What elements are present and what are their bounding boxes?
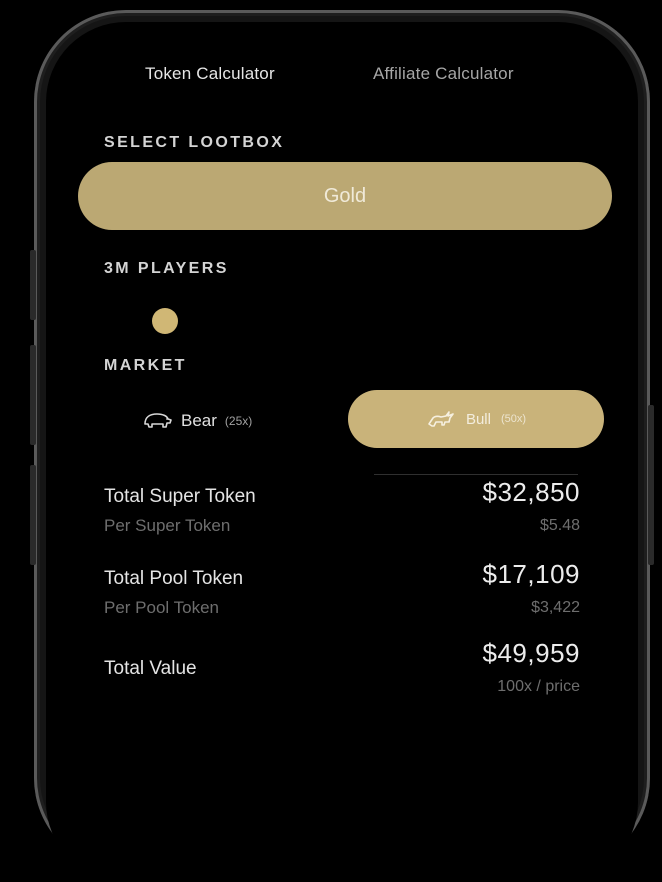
results-divider	[374, 474, 578, 475]
market-bull-button[interactable]: Bull (50x)	[348, 390, 604, 448]
tab-token-calculator[interactable]: Token Calculator	[145, 64, 275, 84]
bear-icon	[141, 410, 173, 432]
players-slider-track[interactable]	[150, 321, 490, 323]
market-bear-button[interactable]: Bear (25x)	[141, 406, 252, 436]
per-pool-token-label: Per Pool Token	[104, 598, 219, 617]
lootbox-gold-button[interactable]: Gold	[78, 162, 612, 230]
phone-side-button-left-2	[30, 345, 36, 445]
tab-affiliate-calculator[interactable]: Affiliate Calculator	[373, 64, 514, 84]
lootbox-selected-label: Gold	[323, 184, 367, 207]
total-super-token-label: Total Super Token	[104, 486, 256, 507]
bull-icon	[426, 408, 456, 430]
bull-multiplier: (50x)	[500, 413, 527, 425]
total-value-value: $49,959	[482, 638, 580, 668]
total-super-token-value: $32,850	[482, 477, 580, 507]
total-value-subvalue: 100x / price	[497, 678, 580, 695]
players-label: 3M PLAYERS	[104, 260, 229, 277]
calculator-tabs: Token Calculator Affiliate Calculator	[46, 64, 638, 88]
per-super-token-value: $5.48	[539, 517, 580, 534]
app-screen: Token Calculator Affiliate Calculator SE…	[46, 22, 638, 882]
bull-label: Bull	[465, 410, 491, 428]
players-slider-thumb[interactable]	[152, 308, 178, 334]
total-value-label: Total Value	[104, 658, 197, 679]
market-label: MARKET	[104, 357, 187, 374]
phone-side-button-right	[648, 405, 654, 565]
total-pool-token-value: $17,109	[482, 559, 580, 589]
per-pool-token-value: $3,422	[531, 599, 580, 616]
bear-multiplier: (25x)	[224, 414, 253, 428]
select-lootbox-label: SELECT LOOTBOX	[104, 134, 285, 151]
total-pool-token-label: Total Pool Token	[104, 568, 244, 589]
phone-side-button-left	[30, 250, 36, 320]
per-super-token-label: Per Super Token	[104, 516, 231, 535]
phone-side-button-left-3	[30, 465, 36, 565]
bear-label: Bear	[181, 411, 217, 430]
